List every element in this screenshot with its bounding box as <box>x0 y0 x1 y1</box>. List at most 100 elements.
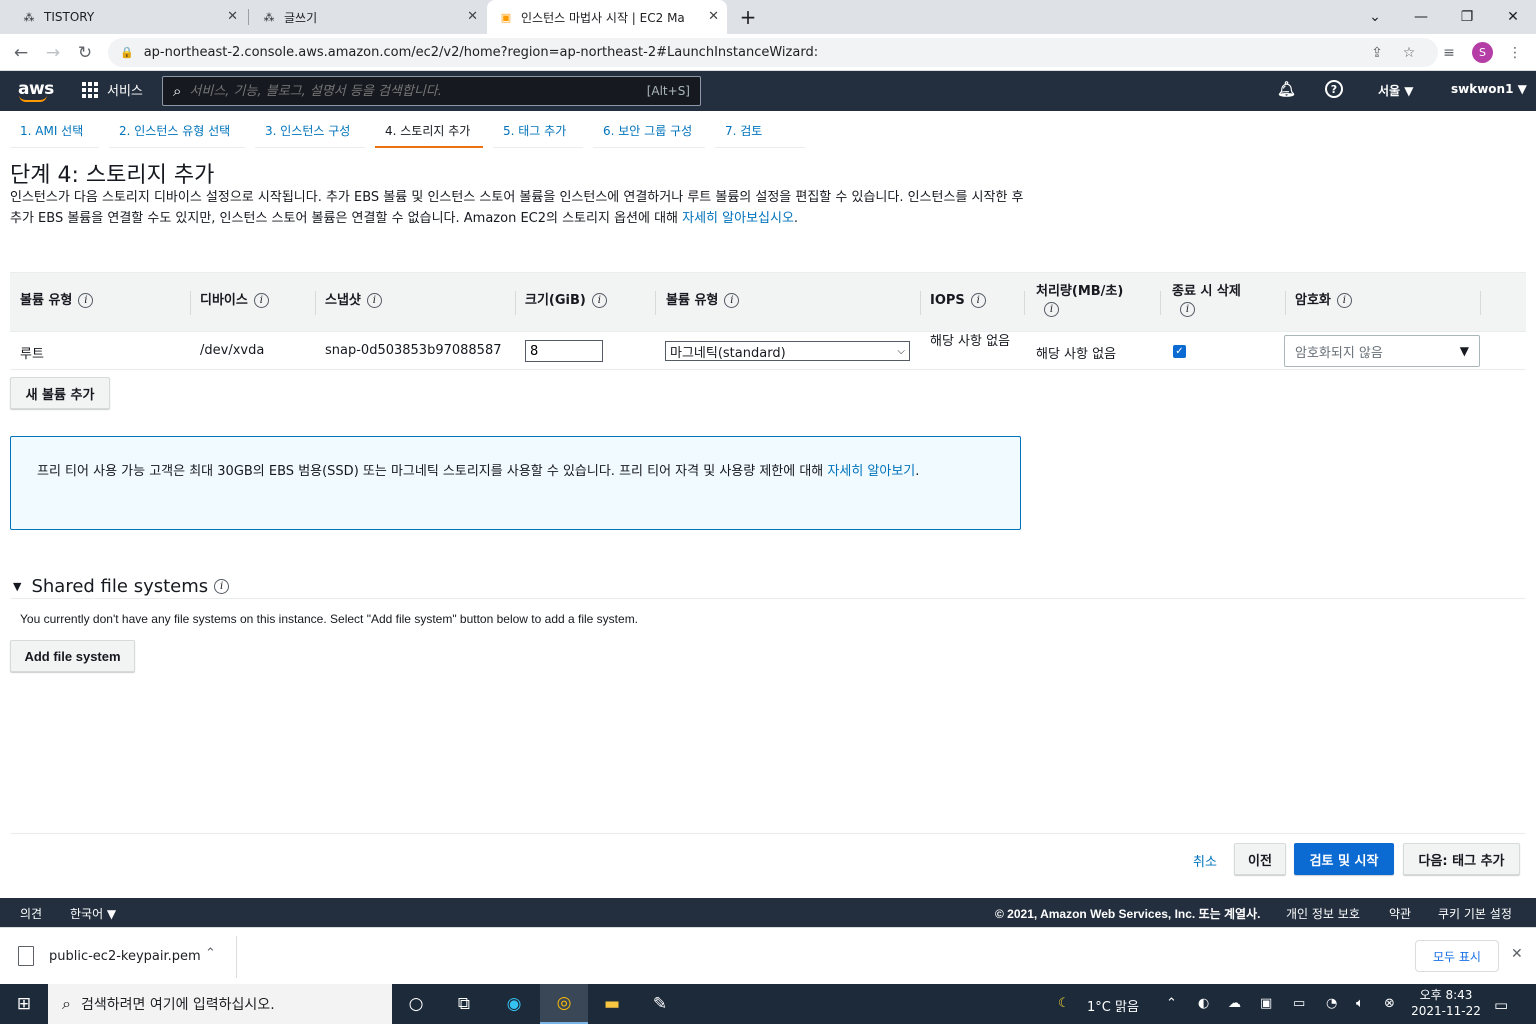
chrome-browser-icon[interactable]: ◎ <box>540 984 588 1024</box>
encryption-value: 암호화되지 않음 <box>1295 345 1383 361</box>
close-icon[interactable]: ✕ <box>467 9 478 24</box>
minimize-icon[interactable]: — <box>1398 0 1444 34</box>
app-icon[interactable]: ✎ <box>636 984 684 1024</box>
services-label: 서비스 <box>107 84 143 99</box>
tistory-icon: ⁂ <box>23 10 35 24</box>
chevron-up-icon[interactable]: ⌃ <box>205 946 216 961</box>
caret-down-icon: ▼ <box>1459 344 1469 358</box>
close-icon[interactable]: ✕ <box>708 9 719 24</box>
info-icon[interactable]: i <box>366 293 382 308</box>
onedrive-cloud-icon[interactable]: ☁ <box>1228 996 1241 1011</box>
terms-link[interactable]: 약관 <box>1389 905 1411 922</box>
add-file-system-button[interactable]: Add file system <box>10 640 135 672</box>
profile-avatar[interactable]: S <box>1472 42 1493 63</box>
close-icon[interactable]: ✕ <box>227 9 238 24</box>
cancel-link[interactable]: 취소 <box>1193 851 1217 870</box>
volume-type-value: 마그네틱(standard) <box>670 345 786 361</box>
cell-throughput: 해당 사항 없음 <box>1036 347 1117 362</box>
info-icon[interactable]: i <box>78 293 94 308</box>
wizard-step-storage[interactable]: 4. 스토리지 추가 <box>375 122 483 148</box>
learn-more-link[interactable]: 자세히 알아보십시오 <box>682 211 794 226</box>
col-device: 디바이스 i <box>200 292 269 310</box>
moon-icon: ☾ <box>1058 996 1070 1011</box>
delete-on-termination-checkbox[interactable]: ✓ <box>1173 345 1186 358</box>
browser-tab-active[interactable]: ▣ 인스턴스 마법사 시작 | EC2 Ma ✕ <box>487 0 727 34</box>
taskbar-search-text: 검색하려면 여기에 입력하십시오. <box>80 997 275 1013</box>
tray-monitor-icon[interactable]: ▣ <box>1260 996 1272 1011</box>
info-icon[interactable]: i <box>591 293 607 308</box>
tray-app-icon[interactable]: ◐ <box>1198 996 1209 1011</box>
clock[interactable]: 오후 8:43 2021-11-22 <box>1410 987 1482 1019</box>
info-icon[interactable]: i <box>1180 302 1195 317</box>
share-icon[interactable]: ⇪ <box>1366 42 1388 64</box>
volume-icon[interactable]: 🔈︎ <box>1356 996 1364 1011</box>
reading-list-icon[interactable]: ≡ <box>1438 42 1460 64</box>
review-and-launch-button[interactable]: 검토 및 시작 <box>1294 843 1394 875</box>
network-disconnected-icon[interactable]: ⊗ <box>1384 996 1395 1011</box>
reload-icon[interactable]: ↻ <box>72 40 98 66</box>
feedback-link[interactable]: 의견 <box>20 905 42 922</box>
windows-start-icon[interactable]: ⊞ <box>0 984 48 1024</box>
edge-browser-icon[interactable]: ◉ <box>490 984 538 1024</box>
tab-search-icon[interactable]: ⌄ <box>1352 0 1398 34</box>
restore-icon[interactable]: ❐ <box>1444 0 1490 34</box>
next-add-tags-button[interactable]: 다음: 태그 추가 <box>1403 843 1520 875</box>
info-icon[interactable]: i <box>724 293 740 308</box>
region-selector[interactable]: 서울 ▼ <box>1378 82 1414 99</box>
lock-icon: 🔒 <box>120 46 134 59</box>
console-search[interactable]: ⌕ [Alt+S] <box>162 76 701 106</box>
language-selector[interactable]: 한국어 ▼ <box>70 905 116 922</box>
encryption-select[interactable]: 암호화되지 않음 ▼ <box>1284 335 1480 367</box>
taskbar-search[interactable]: ⌕ 검색하려면 여기에 입력하십시오. <box>48 984 392 1024</box>
wizard-step-tags[interactable]: 5. 태그 추가 <box>493 122 583 148</box>
privacy-link[interactable]: 개인 정보 보호 <box>1286 905 1360 922</box>
wizard-step-configure[interactable]: 3. 인스턴스 구성 <box>255 122 365 148</box>
notifications-bell-icon[interactable]: 🔔︎ <box>1277 80 1296 98</box>
info-icon[interactable]: i <box>970 293 986 308</box>
search-input[interactable] <box>189 83 647 99</box>
show-all-downloads-button[interactable]: 모두 표시 <box>1415 940 1499 972</box>
free-tier-info-box: 프리 티어 사용 가능 고객은 최대 30GB의 EBS 범용(SSD) 또는 … <box>10 436 1021 530</box>
account-menu[interactable]: swkwon1 ▼ <box>1451 82 1527 96</box>
forward-icon[interactable]: → <box>40 40 66 66</box>
bookmark-star-icon[interactable]: ☆ <box>1398 42 1420 64</box>
info-icon[interactable]: i <box>214 579 230 594</box>
weather-text[interactable]: 1°C 맑음 <box>1087 996 1139 1015</box>
info-icon[interactable]: i <box>253 293 269 308</box>
cortana-icon[interactable]: ○ <box>392 984 440 1024</box>
url-field[interactable]: 🔒 ap-northeast-2.console.aws.amazon.com/… <box>108 38 1438 67</box>
browser-tab[interactable]: ⁂ TISTORY ✕ <box>10 0 246 34</box>
shared-file-systems-header[interactable]: ▼ Shared file systems i <box>13 576 230 597</box>
volume-type-select[interactable]: 마그네틱(standard) ⌵ <box>665 341 910 361</box>
battery-icon[interactable]: ▭ <box>1293 996 1305 1011</box>
aws-logo[interactable]: aws <box>18 79 54 102</box>
info-icon[interactable]: i <box>1336 293 1352 308</box>
wifi-icon[interactable]: ◔ <box>1326 996 1337 1011</box>
wizard-step-security-group[interactable]: 6. 보안 그룹 구성 <box>593 122 705 148</box>
new-tab-icon[interactable]: + <box>725 0 771 34</box>
cookie-preferences-link[interactable]: 쿠키 기본 설정 <box>1438 905 1512 922</box>
download-filename[interactable]: public-ec2-keypair.pem <box>49 949 201 964</box>
windows-taskbar: ⊞ ⌕ 검색하려면 여기에 입력하십시오. ○ ⧉ ◉ ◎ ▬ ✎ ☾ 1°C … <box>0 984 1536 1024</box>
task-view-icon[interactable]: ⧉ <box>440 984 488 1024</box>
close-icon[interactable]: ✕ <box>1511 946 1523 962</box>
menu-kebab-icon[interactable]: ⋮ <box>1504 42 1526 64</box>
size-input[interactable] <box>525 340 603 362</box>
file-explorer-icon[interactable]: ▬ <box>588 984 636 1024</box>
col-delete-on-termination: 종료 시 삭제 i <box>1172 283 1241 319</box>
notification-center-icon[interactable]: ▭ <box>1494 996 1508 1014</box>
info-icon[interactable]: i <box>1044 302 1059 317</box>
wizard-step-review[interactable]: 7. 검토 <box>715 122 805 148</box>
add-volume-button[interactable]: 새 볼륨 추가 <box>10 377 110 409</box>
tray-chevron-icon[interactable]: ⌃ <box>1166 996 1177 1011</box>
window-close-icon[interactable]: ✕ <box>1490 0 1536 34</box>
free-tier-learn-more-link[interactable]: 자세히 알아보기 <box>827 464 915 479</box>
browser-tab[interactable]: ⁂ 글쓰기 ✕ <box>250 0 486 34</box>
help-icon[interactable]: ? <box>1325 80 1343 98</box>
services-menu-button[interactable]: 서비스 <box>82 80 143 99</box>
previous-button[interactable]: 이전 <box>1234 843 1286 875</box>
wizard-step-ami[interactable]: 1. AMI 선택 <box>10 122 99 148</box>
wizard-step-instance-type[interactable]: 2. 인스턴스 유형 선택 <box>109 122 245 148</box>
browser-tab-title: 글쓰기 <box>284 10 318 25</box>
back-icon[interactable]: ← <box>8 40 34 66</box>
